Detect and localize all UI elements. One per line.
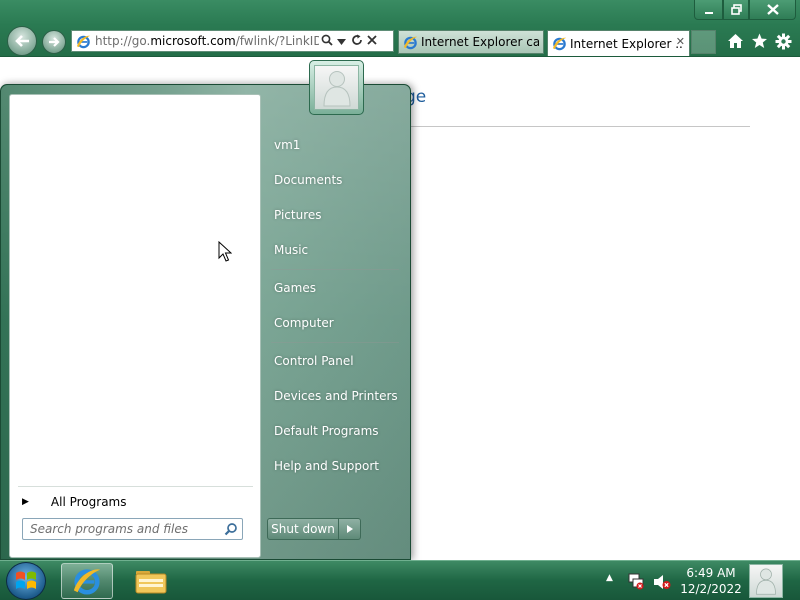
search-input[interactable] [30, 522, 222, 536]
place-computer[interactable]: Computer [269, 308, 402, 338]
place-label: Documents [274, 173, 343, 187]
place-label: Computer [274, 316, 334, 330]
address-bar[interactable]: http://go.microsoft.com/fwlink/?LinkID=1… [71, 30, 394, 52]
shutdown-options-button[interactable] [339, 518, 361, 540]
triangle-right-icon: ▶ [22, 496, 29, 507]
home-icon[interactable] [725, 30, 745, 52]
user-silhouette-icon [322, 70, 351, 106]
show-hidden-icons-arrow[interactable]: ▲ [606, 573, 613, 583]
internet-explorer-icon [76, 34, 91, 49]
search-icon[interactable] [224, 522, 238, 536]
shutdown-label: Shut down [271, 522, 335, 536]
place-music[interactable]: Music [269, 235, 402, 265]
back-button[interactable] [7, 26, 37, 56]
taskbar-internet-explorer[interactable] [61, 563, 113, 599]
network-icon[interactable] [627, 572, 645, 590]
place-documents[interactable]: Documents [269, 165, 402, 195]
minimize-button[interactable] [694, 0, 723, 20]
place-label: Help and Support [274, 459, 379, 473]
search-box[interactable] [22, 518, 243, 540]
new-tab-button[interactable] [691, 30, 716, 54]
triangle-right-icon [346, 525, 353, 533]
divider [271, 269, 399, 270]
all-programs-button[interactable]: ▶ All Programs [18, 486, 253, 516]
place-default-programs[interactable]: Default Programs [269, 416, 402, 446]
divider [271, 342, 399, 343]
speaker-muted-icon[interactable] [653, 573, 671, 591]
browser-tab-active[interactable]: Internet Explorer ... ✕ [547, 30, 690, 56]
place-label: Control Panel [274, 354, 354, 368]
internet-explorer-icon [403, 35, 418, 50]
start-button[interactable] [6, 562, 46, 600]
place-label: Devices and Printers [274, 389, 398, 403]
stop-icon[interactable] [364, 34, 379, 48]
shutdown-button[interactable]: Shut down [267, 518, 339, 540]
star-icon[interactable] [749, 30, 769, 52]
clock-date: 12/2/2022 [680, 582, 742, 596]
tab-label: Internet Explorer can... [421, 35, 539, 49]
place-label: Music [274, 243, 309, 257]
browser-frame: http://go.microsoft.com/fwlink/?LinkID=1… [0, 0, 800, 57]
url-suffix: /fwlink/?LinkID=1! [235, 34, 319, 48]
forward-arrow-icon [48, 37, 60, 47]
taskbar: ▲ 6:49 AM 12/2/2022 [0, 560, 800, 600]
restore-button[interactable] [723, 0, 749, 20]
tab-label: Internet Explorer ... [570, 36, 682, 51]
browser-tab[interactable]: Internet Explorer can... [398, 30, 544, 54]
place-games[interactable]: Games [269, 273, 402, 303]
taskbar-windows-explorer[interactable] [128, 563, 174, 599]
search-icon[interactable] [319, 34, 334, 49]
place-label: Pictures [274, 208, 322, 222]
restore-icon [730, 4, 742, 15]
system-clock[interactable]: 6:49 AM 12/2/2022 [680, 565, 742, 597]
internet-explorer-icon [73, 569, 101, 595]
mouse-cursor-icon [218, 241, 232, 262]
windows-logo-icon [16, 571, 36, 589]
refresh-icon[interactable] [349, 34, 364, 49]
programs-pane: ▶ All Programs [9, 94, 261, 558]
place-devices-and-printers[interactable]: Devices and Printers [269, 381, 402, 411]
minimize-icon [704, 11, 713, 14]
place-label: Default Programs [274, 424, 379, 438]
place-label: Games [274, 281, 316, 295]
forward-button[interactable] [42, 30, 66, 54]
all-programs-label: All Programs [50, 494, 127, 509]
place-help-and-support[interactable]: Help and Support [269, 451, 402, 481]
place-control-panel[interactable]: Control Panel [269, 346, 402, 376]
user-silhouette-icon [756, 568, 776, 595]
user-avatar [314, 65, 359, 110]
page-divider [405, 126, 750, 127]
dropdown-arrow-icon[interactable] [334, 34, 349, 48]
folder-icon [135, 571, 167, 594]
place-label: vm1 [274, 138, 301, 152]
close-icon [766, 4, 779, 15]
tab-close-icon[interactable]: ✕ [676, 35, 685, 48]
clock-time: 6:49 AM [686, 566, 736, 580]
back-arrow-icon [15, 35, 29, 47]
place-pictures[interactable]: Pictures [269, 200, 402, 230]
user-picture[interactable] [309, 60, 364, 115]
close-button[interactable] [749, 0, 796, 20]
url-prefix: http://go. [95, 34, 151, 48]
start-menu: ▶ All Programs vm1 Documents Pictures Mu… [0, 84, 411, 560]
gear-icon[interactable] [773, 30, 793, 52]
address-url[interactable]: http://go.microsoft.com/fwlink/?LinkID=1… [95, 34, 319, 48]
url-domain: microsoft.com [150, 34, 236, 48]
internet-explorer-icon [552, 36, 567, 51]
user-avatar[interactable] [749, 564, 783, 598]
place-user-folder[interactable]: vm1 [269, 130, 402, 160]
